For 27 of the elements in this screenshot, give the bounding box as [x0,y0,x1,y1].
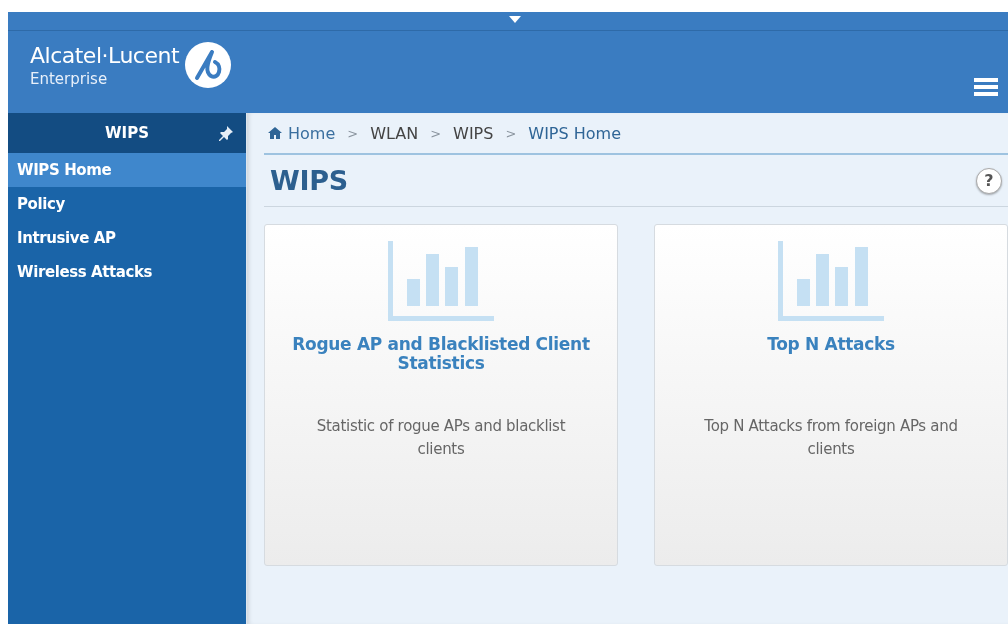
breadcrumb-separator: > [505,125,517,141]
card-title[interactable]: Top N Attacks [681,335,981,373]
brand-name: Alcatel·Lucent [30,42,180,70]
page-title: WIPS [270,165,348,196]
sidebar-item[interactable]: WIPS Home [8,153,246,187]
bar-chart-icon [388,241,494,321]
breadcrumb-item[interactable]: WLAN [370,123,419,143]
bar-chart-icon [778,241,884,321]
home-icon [268,127,282,139]
caret-icon[interactable] [509,16,521,23]
card-description: Top N Attacks from foreign APs and clients [703,416,959,460]
logo-icon [185,42,232,88]
breadcrumb-item[interactable]: WIPS [453,123,494,143]
brand-subtitle: Enterprise [30,70,109,88]
sidebar-item[interactable]: Intrusive AP [8,221,246,255]
home-link[interactable]: Home [268,123,336,143]
help-button[interactable]: ? [976,167,1002,194]
breadcrumb-current: WIPS Home [528,123,621,143]
sidebar-item[interactable]: Wireless Attacks [8,255,246,289]
breadcrumb-separator: > [430,125,442,141]
sidebar-item[interactable]: Policy [8,187,246,221]
pin-icon[interactable] [218,125,234,141]
sidebar-title: WIPS [105,124,149,142]
breadcrumb-separator: > [347,125,359,141]
menu-icon [974,77,998,97]
card-description: Statistic of rogue APs and blacklist clients [315,416,567,460]
card-title[interactable]: Rogue AP and Blacklisted Client Statistics [291,335,591,373]
